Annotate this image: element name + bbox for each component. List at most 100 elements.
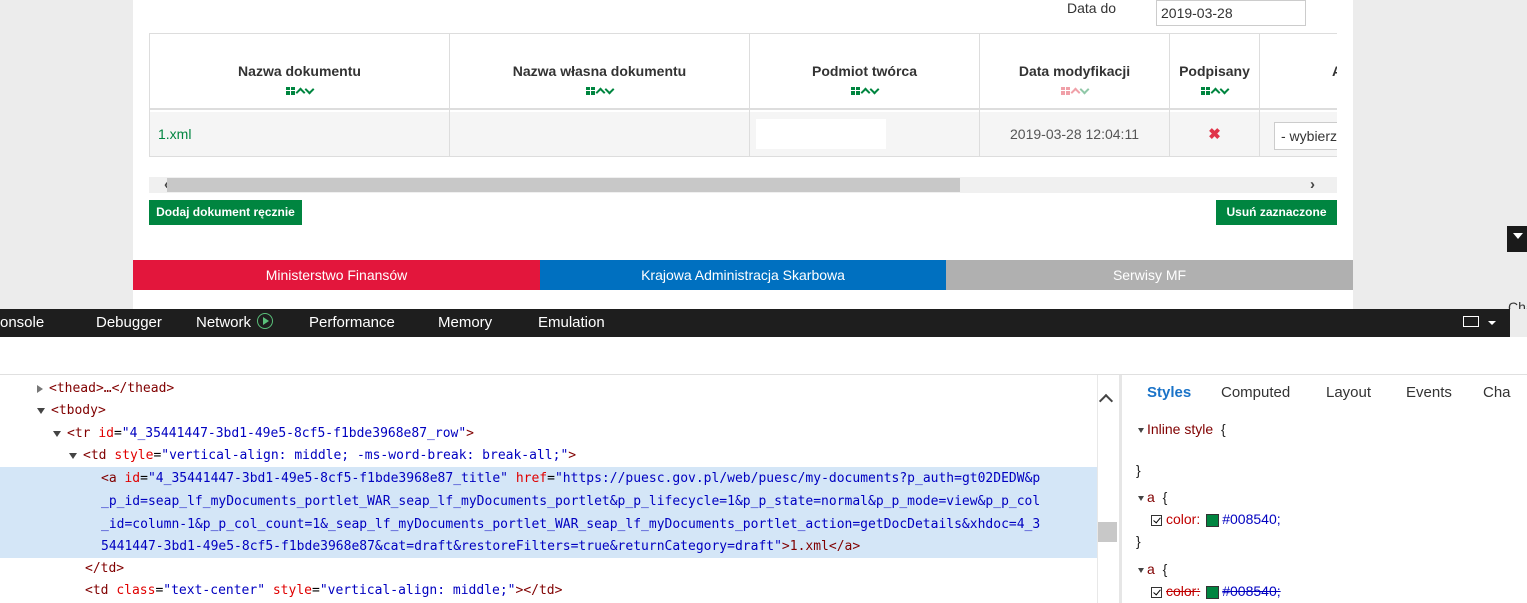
dom-node-tbody[interactable]: <tbody>: [0, 399, 1097, 422]
collapse-icon[interactable]: [69, 452, 77, 459]
sort-controls[interactable]: [1170, 84, 1259, 98]
devtools-tab-bar: onsole Debugger Network Performance Memo…: [0, 309, 1510, 337]
tab-memory[interactable]: Memory: [438, 314, 492, 331]
footer-bar: Ministerstwo Finansów Krajowa Administra…: [133, 260, 1353, 290]
add-document-button[interactable]: Dodaj dokument ręcznie: [149, 200, 302, 225]
footer-link-ministry[interactable]: Ministerstwo Finansów: [133, 260, 540, 290]
sort-down-icon[interactable]: [1219, 84, 1230, 95]
scrollbar-thumb[interactable]: [167, 178, 960, 192]
footer-link-services[interactable]: Serwisy MF: [946, 260, 1353, 290]
open-brace: {: [1162, 561, 1168, 577]
dom-attr: id: [124, 471, 141, 486]
dom-node-a-selected[interactable]: <a id="4_35441447-3bd1-49e5-8cf5-f1bde39…: [0, 467, 1097, 490]
dom-node-tr[interactable]: <tr id="4_35441447-3bd1-49e5-8cf5-f1bde3…: [0, 422, 1097, 445]
header-modified[interactable]: Data modyfikacji: [980, 34, 1169, 110]
date-to-input[interactable]: 2019-03-28: [1156, 0, 1306, 26]
action-select[interactable]: - wybierz: [1274, 122, 1337, 150]
dom-tag: <thead>…</thead>: [49, 381, 175, 396]
dom-tag-open: <td: [83, 448, 115, 463]
sort-controls[interactable]: [450, 84, 749, 98]
color-swatch-icon[interactable]: [1206, 585, 1220, 599]
tab-layout[interactable]: Layout: [1326, 384, 1371, 401]
sort-down-icon[interactable]: [869, 84, 880, 95]
rule-a[interactable]: a {: [1138, 489, 1167, 505]
grid-icon[interactable]: [1061, 87, 1070, 95]
dom-node-thead[interactable]: <thead>…</thead>: [0, 377, 1097, 400]
tab-console[interactable]: onsole: [0, 314, 44, 331]
inline-style-rule[interactable]: Inline style {: [1138, 421, 1226, 437]
collapse-icon[interactable]: [1138, 427, 1144, 433]
tab-emulation[interactable]: Emulation: [538, 314, 605, 331]
collapse-icon[interactable]: [53, 430, 61, 437]
dom-node-a-selected-cont[interactable]: 5441447-3bd1-49e5-8cf5-f1bde3968e87&cat=…: [0, 535, 1097, 558]
sort-down-icon[interactable]: [1079, 84, 1090, 95]
grid-icon[interactable]: [851, 87, 860, 95]
footer-link-kas[interactable]: Krajowa Administracja Skarbowa: [540, 260, 946, 290]
creator-value: [756, 119, 886, 149]
checkbox-icon[interactable]: [1151, 514, 1162, 526]
dom-tag-open: <tr: [67, 426, 99, 441]
header-label: Al: [1332, 63, 1337, 79]
table-horizontal-scrollbar[interactable]: ‹ ›: [149, 177, 1337, 193]
dom-value: _id=column-1&p_p_col_count=1&_seap_lf_my…: [101, 517, 1041, 532]
dom-value: _p_id=seap_lf_myDocuments_portlet_WAR_se…: [101, 494, 1041, 509]
scroll-right-icon[interactable]: ›: [1310, 177, 1315, 192]
document-link[interactable]: 1.xml: [158, 126, 191, 142]
sort-down-icon[interactable]: [604, 84, 615, 95]
style-declaration-overridden[interactable]: color: #008540;: [1151, 583, 1281, 599]
dom-node-a-selected-cont[interactable]: _id=column-1&p_p_col_count=1&_seap_lf_my…: [0, 513, 1097, 536]
tab-events[interactable]: Events: [1406, 384, 1452, 401]
tab-performance[interactable]: Performance: [309, 314, 395, 331]
sort-controls-active[interactable]: [980, 84, 1169, 98]
dom-attr: style: [272, 583, 312, 598]
dom-node-td2[interactable]: <td class="text-center" style="vertical-…: [0, 579, 1097, 602]
dom-attr: href: [515, 471, 548, 486]
column-modified: Data modyfikacji 2019-03-28 12:04:11: [980, 34, 1170, 156]
tab-debugger[interactable]: Debugger: [96, 314, 162, 331]
tab-network[interactable]: Network: [196, 314, 251, 331]
checkbox-icon[interactable]: [1151, 586, 1162, 598]
grid-icon[interactable]: [586, 87, 595, 95]
tab-styles[interactable]: Styles: [1147, 384, 1191, 401]
dom-node-td[interactable]: <td style="vertical-align: middle; -ms-w…: [0, 444, 1097, 467]
cell-modified: 2019-03-28 12:04:11: [980, 112, 1169, 156]
dom-value: 5441447-3bd1-49e5-8cf5-f1bde3968e87&cat=…: [101, 539, 782, 554]
header-own-name[interactable]: Nazwa własna dokumentu: [450, 34, 749, 110]
header-document-name[interactable]: Nazwa dokumentu: [150, 34, 449, 110]
sort-controls[interactable]: [750, 84, 979, 98]
dom-tag-close: >1.xml</a>: [781, 539, 861, 554]
color-swatch-icon[interactable]: [1206, 513, 1220, 527]
grid-icon[interactable]: [286, 87, 295, 95]
side-dropdown[interactable]: [1507, 226, 1527, 252]
grid-icon[interactable]: [1201, 87, 1210, 95]
style-declaration[interactable]: color: #008540;: [1151, 511, 1281, 527]
sort-controls[interactable]: [150, 84, 449, 98]
collapse-icon[interactable]: [37, 407, 45, 414]
record-icon[interactable]: [257, 313, 273, 329]
rule-a-overridden[interactable]: a {: [1138, 561, 1167, 577]
column-document-name: Nazwa dokumentu 1.xml: [150, 34, 450, 156]
dom-tag-open: <td: [85, 583, 117, 598]
chevron-down-icon[interactable]: [1488, 321, 1496, 325]
delete-selected-button[interactable]: Usuń zaznaczone: [1216, 200, 1337, 225]
date-to-label: Data do: [1067, 0, 1117, 16]
cell-signed: ✖: [1170, 112, 1259, 156]
collapse-icon[interactable]: [1138, 495, 1144, 501]
side-label: Cha: [1508, 299, 1527, 309]
tab-changes[interactable]: Cha: [1483, 384, 1511, 401]
sort-down-icon[interactable]: [304, 84, 315, 95]
dom-value: "vertical-align: middle; -ms-word-break:…: [161, 448, 569, 463]
scrollbar-thumb[interactable]: [1098, 522, 1117, 542]
expand-icon[interactable]: [37, 384, 43, 393]
cell-own-name: [450, 112, 749, 156]
dom-node-td-close[interactable]: </td>: [0, 557, 1097, 580]
device-icon[interactable]: [1463, 316, 1479, 327]
dom-vertical-scrollbar[interactable]: [1097, 375, 1119, 603]
dom-node-a-selected-cont[interactable]: _p_id=seap_lf_myDocuments_portlet_WAR_se…: [0, 490, 1097, 513]
header-creator[interactable]: Podmiot twórca: [750, 34, 979, 110]
close-brace: }: [1136, 533, 1141, 549]
tab-computed[interactable]: Computed: [1221, 384, 1290, 401]
documents-panel: Data do 2019-03-28 Nazwa dokumentu 1.xml…: [133, 0, 1353, 309]
header-signed[interactable]: Podpisany: [1170, 34, 1259, 110]
collapse-icon[interactable]: [1138, 567, 1144, 573]
